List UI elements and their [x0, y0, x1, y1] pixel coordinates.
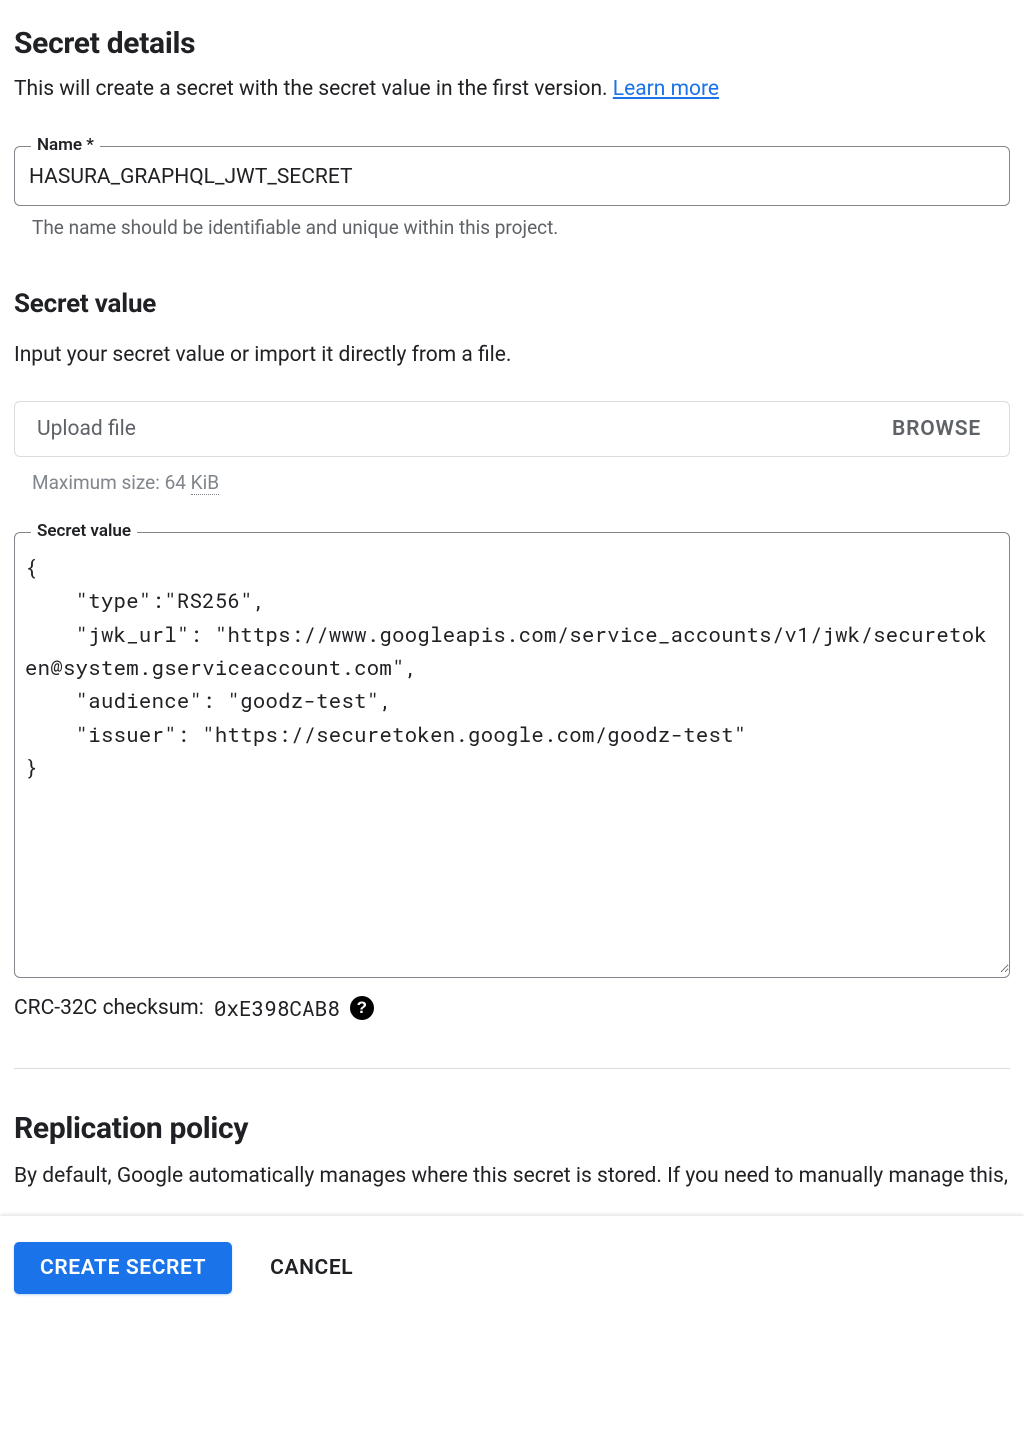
replication-policy-description: By default, Google automatically manages… [14, 1160, 1010, 1194]
secret-value-textarea[interactable] [15, 533, 1009, 973]
secret-value-description: Input your secret value or import it dir… [14, 341, 1010, 370]
footer-action-bar: CREATE SECRET CANCEL [0, 1216, 1024, 1324]
checksum-value: 0xE398CAB8 [214, 994, 340, 1022]
help-icon[interactable]: ? [350, 996, 374, 1020]
replication-policy-title: Replication policy [14, 1111, 1010, 1146]
learn-more-link[interactable]: Learn more [613, 77, 719, 101]
create-secret-button[interactable]: CREATE SECRET [14, 1242, 232, 1294]
name-field: Name * [14, 146, 1010, 206]
upload-helper-unit: KiB [191, 471, 219, 495]
checksum-row: CRC-32C checksum: 0xE398CAB8 ? [14, 994, 1010, 1022]
checksum-label: CRC-32C checksum: [14, 996, 204, 1020]
secret-value-field: Secret value [14, 532, 1010, 978]
browse-button[interactable]: BROWSE [886, 416, 987, 442]
secret-details-title: Secret details [14, 26, 1010, 61]
upload-file-placeholder: Upload file [37, 417, 136, 441]
secret-value-title: Secret value [14, 289, 1010, 319]
upload-file-row[interactable]: Upload file BROWSE [14, 401, 1010, 457]
name-field-label: Name * [31, 135, 100, 155]
secret-details-description: This will create a secret with the secre… [14, 75, 1010, 104]
name-helper-text: The name should be identifiable and uniq… [32, 216, 1010, 239]
secret-details-description-text: This will create a secret with the secre… [14, 77, 613, 101]
upload-helper-text: Maximum size: 64 KiB [32, 471, 1010, 494]
section-divider [14, 1068, 1010, 1069]
cancel-button[interactable]: CANCEL [264, 1255, 359, 1281]
name-input[interactable] [15, 147, 1009, 205]
upload-helper-prefix: Maximum size: 64 [32, 471, 191, 494]
secret-value-textarea-label: Secret value [31, 521, 137, 541]
